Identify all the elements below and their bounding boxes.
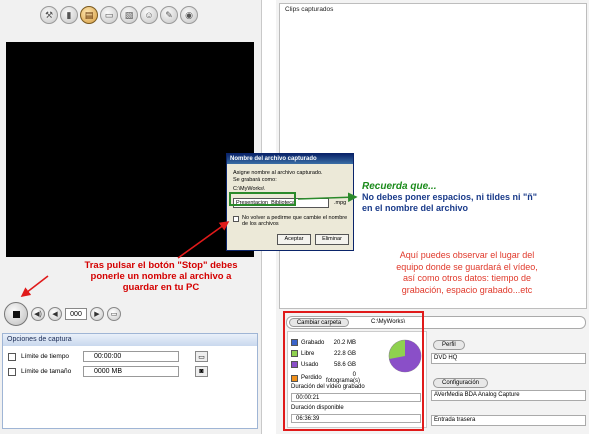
remember-line-2: en el nombre del archivo [362,203,469,213]
mode-toolbar: ⚒ ▮ ▤ ▭ ▧ ☺ ✎ ◉ [40,6,198,24]
file-extension: .mpg [334,200,347,206]
tools-icon[interactable]: ⚒ [40,6,58,24]
delete-button[interactable]: Eliminar [315,234,349,245]
video-preview [6,42,254,257]
stop-annotation: Tras pulsar el botón "Stop" debes ponerl… [48,260,274,293]
photo-icon[interactable]: ▧ [120,6,138,24]
capture-options-panel: Opciones de captura Límite de tiempo 00:… [2,333,258,429]
configuration-value[interactable]: AVerMedia BDA Analog Capture [431,390,586,401]
pen-icon[interactable]: ✎ [160,6,178,24]
dont-ask-label-2: de los archivos [242,221,279,227]
channel-prev-button[interactable]: ◀ [48,307,62,321]
configuration-button[interactable]: Configuración [433,378,489,388]
stop-annotation-line-2: ponerle un nombre al archivo a [90,271,232,282]
film-icon[interactable]: ▤ [80,6,98,24]
channel-display[interactable]: 000 [65,308,87,320]
profile-button[interactable]: Perfil [433,340,465,350]
clips-title: Clips capturados [285,6,334,13]
time-limit-field[interactable]: 00:00:00 [83,351,179,362]
playback-controls: ◀) ◀ 000 ▶ ▭ [4,300,262,328]
remember-heading: Recuerda que... [362,181,437,192]
volume-button[interactable]: ◀) [31,307,45,321]
folder-icon[interactable]: ▭ [195,351,208,362]
dialog-line-1: Asigne nombre al archivo capturado. [233,170,323,176]
dialog-title: Nombre del archivo capturado [227,154,353,164]
stop-annotation-line-3: guardar en tu PC [122,282,200,293]
capture-options-header: Opciones de captura [3,334,257,346]
size-limit-row: Límite de tamaño 0000 MB [8,366,179,377]
size-limit-label: Límite de tamaño [21,368,72,375]
time-limit-label: Límite de tiempo [21,353,70,360]
profile-value[interactable]: DVD HQ [431,353,586,364]
info-annotation: Aquí puedes observar el lugar del equipo… [360,250,574,296]
capture-icon[interactable]: ▮ [60,6,78,24]
accept-button[interactable]: Aceptar [277,234,311,245]
filename-highlight-box [229,192,296,206]
person-icon[interactable]: ☺ [140,6,158,24]
remember-line-1: No debes poner espacios, ni tildes ni "ñ… [362,192,538,202]
size-limit-field[interactable]: 0000 MB [83,366,179,377]
info-line-3: así como otros datos: tiempo de [402,273,532,283]
snapshot-button[interactable]: ▭ [107,307,121,321]
remember-annotation: Recuerda que... No debes poner espacios,… [362,181,587,214]
monitor-icon: ▭ [110,311,118,318]
speaker-icon: ◀) [34,311,42,318]
info-line-4: grabación, espacio grabado...etc [401,284,533,295]
profile-panel: Perfil DVD HQ Configuración AVerMedia BD… [431,334,586,430]
chevron-left-icon: ◀ [52,311,58,318]
size-limit-checkbox[interactable] [8,367,16,376]
chevron-right-icon: ▶ [94,311,100,318]
info-highlight-box [283,311,424,431]
tv-icon[interactable]: ▭ [100,6,118,24]
stop-icon [12,310,20,318]
input-source-value[interactable]: Entrada trasera [431,415,586,426]
left-panel: ⚒ ▮ ▤ ▭ ▧ ☺ ✎ ◉ ◀) ◀ 000 ▶ ▭ Opciones de captur… [0,0,262,434]
stop-annotation-line-1: Tras pulsar el botón "Stop" debes [84,260,238,271]
channel-next-button[interactable]: ▶ [90,307,104,321]
dont-ask-checkbox[interactable] [233,216,239,222]
info-line-2: equipo donde se guardará el vídeo, [396,261,538,272]
time-limit-checkbox[interactable] [8,352,16,361]
time-limit-row: Límite de tiempo 00:00:00 [8,351,179,362]
camera-icon[interactable]: ◙ [195,366,208,377]
disc-icon[interactable]: ◉ [180,6,198,24]
dialog-line-2: Se grabará como: [233,177,277,183]
info-line-1: Aquí puedes observar el lugar del [399,250,535,260]
stop-button[interactable] [4,302,28,326]
